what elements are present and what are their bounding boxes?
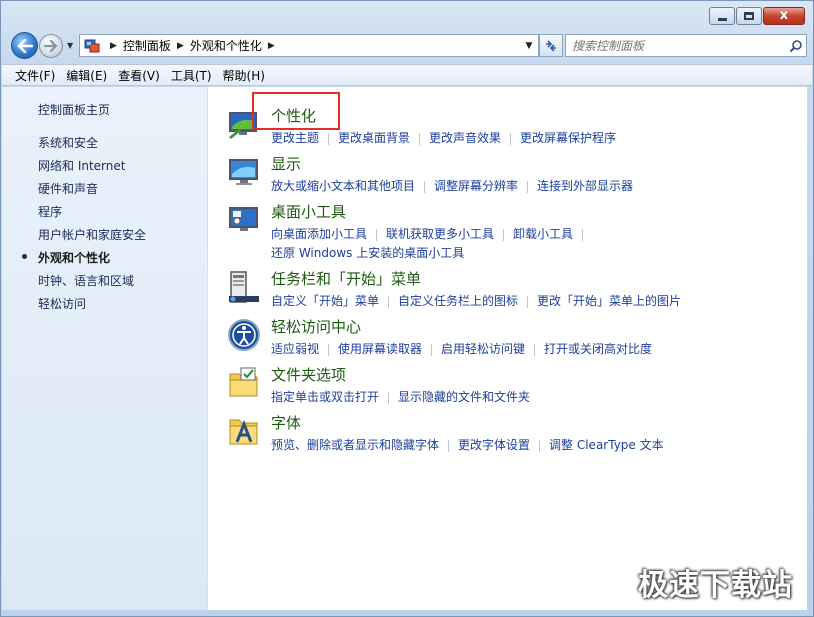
fonts-icon[interactable] xyxy=(227,414,261,448)
main-panel: 个性化 更改主题 更改桌面背景 更改声音效果 更改屏幕保护程序 显示 放大或缩小文本和… xyxy=(209,87,807,610)
minimize-icon xyxy=(717,17,727,21)
breadcrumb: ▶ 控制面板 ▶ 外观和个性化 ▶ xyxy=(104,37,281,54)
recent-pages-dropdown[interactable]: ▼ xyxy=(67,41,73,50)
caption-buttons: x xyxy=(708,7,805,25)
control-panel-window: x ▼ ▶ 控制面板 ▶ 外观和个性化 ▶ ▼ 搜索控制面板 文件(F) 编辑(… xyxy=(0,0,814,617)
category-title-taskbar[interactable]: 任务栏和「开始」菜单 xyxy=(271,268,421,289)
search-icon[interactable] xyxy=(786,39,806,53)
category-title-personalization[interactable]: 个性化 xyxy=(271,105,316,126)
link-customize-taskbar-icons[interactable]: 自定义任务栏上的图标 xyxy=(398,294,518,308)
breadcrumb-chevron-icon[interactable]: ▶ xyxy=(268,41,275,51)
breadcrumb-chevron-icon[interactable]: ▶ xyxy=(110,41,117,51)
control-panel-icon xyxy=(84,39,100,52)
link-adjust-resolution[interactable]: 调整屏幕分辨率 xyxy=(434,179,518,193)
navigation-bar: ▼ ▶ 控制面板 ▶ 外观和个性化 ▶ ▼ xyxy=(9,31,807,59)
breadcrumb-chevron-icon[interactable]: ▶ xyxy=(177,41,184,51)
ease-of-access-icon[interactable] xyxy=(227,318,261,352)
link-change-sound-effects[interactable]: 更改声音效果 xyxy=(429,131,501,145)
watermark: 极速下载站 xyxy=(638,568,793,603)
link-low-vision[interactable]: 适应弱视 xyxy=(271,342,319,356)
link-add-gadgets[interactable]: 向桌面添加小工具 xyxy=(271,227,367,241)
category-links-taskbar: 自定义「开始」菜单 自定义任务栏上的图标 更改「开始」菜单上的图片 xyxy=(271,292,681,309)
sidebar-item-programs[interactable]: 程序 xyxy=(38,203,62,220)
close-button[interactable]: x xyxy=(763,7,805,25)
menu-view[interactable]: 查看(V) xyxy=(113,65,165,86)
category-title-gadgets[interactable]: 桌面小工具 xyxy=(271,201,346,222)
link-preview-fonts[interactable]: 预览、删除或者显示和隐藏字体 xyxy=(271,438,439,452)
sidebar-item-clock-language[interactable]: 时钟、语言和区域 xyxy=(38,272,134,289)
search-input[interactable] xyxy=(566,38,786,53)
category-title-ease-of-access[interactable]: 轻松访问中心 xyxy=(271,316,361,337)
menu-help[interactable]: 帮助(H) xyxy=(218,65,270,86)
minimize-button[interactable] xyxy=(709,7,735,25)
taskbar-icon[interactable] xyxy=(227,270,261,304)
category-links-folder-options: 指定单击或双击打开 显示隐藏的文件和文件夹 xyxy=(271,388,530,405)
link-uninstall-gadget[interactable]: 卸载小工具 xyxy=(513,227,573,241)
menu-bar: 文件(F) 编辑(E) 查看(V) 工具(T) 帮助(H) xyxy=(2,64,812,86)
link-high-contrast[interactable]: 打开或关闭高对比度 xyxy=(544,342,652,356)
category-links-gadgets-2: 还原 Windows 上安装的桌面小工具 xyxy=(271,244,464,261)
link-change-font-settings[interactable]: 更改字体设置 xyxy=(458,438,530,452)
breadcrumb-control-panel[interactable]: 控制面板 xyxy=(123,37,171,54)
category-title-fonts[interactable]: 字体 xyxy=(271,412,301,433)
link-customize-start-menu[interactable]: 自定义「开始」菜单 xyxy=(271,294,379,308)
sidebar-item-user-accounts[interactable]: 用户帐户和家庭安全 xyxy=(38,226,146,243)
gadgets-icon[interactable] xyxy=(227,203,261,237)
link-single-double-click[interactable]: 指定单击或双击打开 xyxy=(271,390,379,404)
link-zoom-text[interactable]: 放大或缩小文本和其他项目 xyxy=(271,179,415,193)
content-area: 控制面板主页 系统和安全 网络和 Internet 硬件和声音 程序 用户帐户和… xyxy=(2,87,807,610)
link-change-theme[interactable]: 更改主题 xyxy=(271,131,319,145)
link-ease-of-access-keys[interactable]: 启用轻松访问键 xyxy=(441,342,525,356)
link-adjust-cleartype[interactable]: 调整 ClearType 文本 xyxy=(549,438,664,452)
close-icon: x xyxy=(779,8,789,23)
menu-edit[interactable]: 编辑(E) xyxy=(61,65,112,86)
folder-options-icon[interactable] xyxy=(227,366,261,400)
display-icon[interactable] xyxy=(227,155,261,189)
back-arrow-icon xyxy=(17,38,33,53)
category-links-ease-of-access: 适应弱视 使用屏幕读取器 启用轻松访问键 打开或关闭高对比度 xyxy=(271,340,652,357)
sidebar-item-hardware-sound[interactable]: 硬件和声音 xyxy=(38,180,98,197)
link-change-desktop-background[interactable]: 更改桌面背景 xyxy=(338,131,410,145)
category-title-display[interactable]: 显示 xyxy=(271,153,301,174)
forward-arrow-icon xyxy=(44,40,58,52)
sidebar-item-network[interactable]: 网络和 Internet xyxy=(38,157,125,174)
address-bar[interactable]: ▶ 控制面板 ▶ 外观和个性化 ▶ ▼ xyxy=(79,34,539,57)
sidebar-item-system-security[interactable]: 系统和安全 xyxy=(38,134,98,151)
forward-button[interactable] xyxy=(39,34,63,58)
back-button[interactable] xyxy=(11,32,38,59)
refresh-button[interactable] xyxy=(539,34,563,57)
breadcrumb-appearance[interactable]: 外观和个性化 xyxy=(190,37,262,54)
link-get-more-gadgets[interactable]: 联机获取更多小工具 xyxy=(386,227,494,241)
category-links-gadgets: 向桌面添加小工具 联机获取更多小工具 卸载小工具 xyxy=(271,225,592,242)
link-screen-reader[interactable]: 使用屏幕读取器 xyxy=(338,342,422,356)
sidebar: 控制面板主页 系统和安全 网络和 Internet 硬件和声音 程序 用户帐户和… xyxy=(2,87,208,610)
link-change-start-picture[interactable]: 更改「开始」菜单上的图片 xyxy=(537,294,681,308)
sidebar-item-appearance[interactable]: 外观和个性化 xyxy=(38,249,110,266)
category-links-display: 放大或缩小文本和其他项目 调整屏幕分辨率 连接到外部显示器 xyxy=(271,177,633,194)
link-restore-gadgets[interactable]: 还原 Windows 上安装的桌面小工具 xyxy=(271,246,464,260)
sidebar-control-panel-home[interactable]: 控制面板主页 xyxy=(38,101,110,118)
menu-tools[interactable]: 工具(T) xyxy=(166,65,217,86)
address-dropdown-button[interactable]: ▼ xyxy=(520,35,538,56)
category-title-folder-options[interactable]: 文件夹选项 xyxy=(271,364,346,385)
search-box[interactable] xyxy=(565,34,807,57)
link-external-display[interactable]: 连接到外部显示器 xyxy=(537,179,633,193)
maximize-icon xyxy=(744,12,754,20)
link-change-screen-saver[interactable]: 更改屏幕保护程序 xyxy=(520,131,616,145)
refresh-icon xyxy=(546,39,556,52)
menu-file[interactable]: 文件(F) xyxy=(10,65,60,86)
category-links-fonts: 预览、删除或者显示和隐藏字体 更改字体设置 调整 ClearType 文本 xyxy=(271,436,664,453)
category-links-personalization: 更改主题 更改桌面背景 更改声音效果 更改屏幕保护程序 xyxy=(271,129,616,146)
personalization-icon[interactable] xyxy=(227,107,261,141)
maximize-button[interactable] xyxy=(736,7,762,25)
active-item-bullet xyxy=(22,254,27,259)
link-show-hidden-files[interactable]: 显示隐藏的文件和文件夹 xyxy=(398,390,530,404)
sidebar-item-ease-of-access[interactable]: 轻松访问 xyxy=(38,295,86,312)
